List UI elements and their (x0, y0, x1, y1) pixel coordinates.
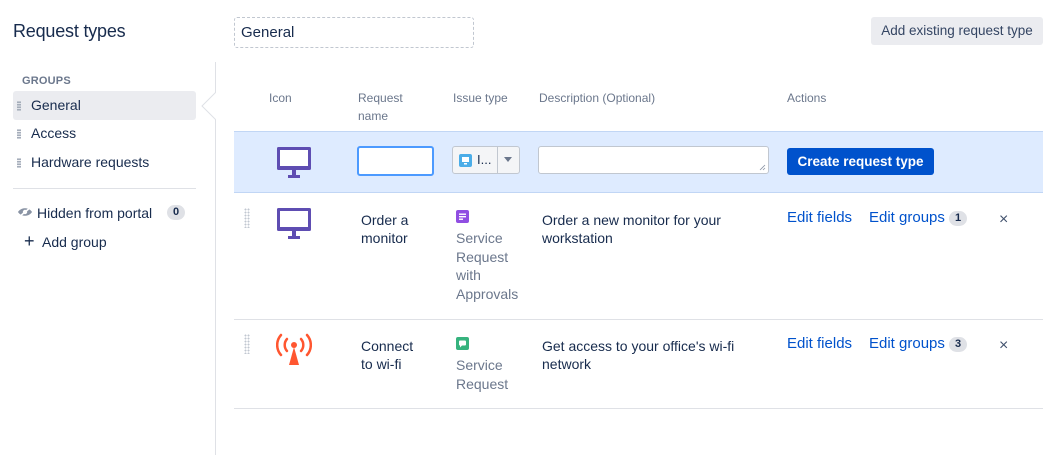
drag-handle-icon[interactable] (244, 208, 250, 228)
drag-handle-icon[interactable] (17, 158, 21, 168)
sidebar-item-hardware-requests[interactable]: Hardware requests (13, 148, 196, 177)
chevron-down-icon (504, 157, 512, 162)
description-line2: network (542, 356, 592, 372)
approval-icon (456, 210, 469, 223)
request-name-line1: Connect (361, 338, 414, 354)
sidebar-item-label: General (31, 97, 81, 113)
table-row: Connect to wi-fi Service Request Get acc… (234, 320, 1043, 409)
issue-type-value: I... (477, 152, 492, 167)
description-line1: Order a new monitor for your (542, 212, 721, 228)
add-existing-request-type-button[interactable]: Add existing request type (871, 17, 1043, 45)
request-name-input[interactable] (357, 146, 434, 176)
hidden-count-badge: 0 (167, 205, 185, 220)
monitor-icon[interactable] (276, 207, 312, 240)
request-name-line1: Order a (361, 212, 409, 228)
column-header-optional-label: (Optional) (602, 91, 656, 105)
request-description: Get access to your office's wi-fi networ… (542, 337, 757, 373)
create-request-type-button[interactable]: Create request type (787, 148, 934, 175)
groups-count-badge: 3 (949, 337, 967, 352)
edit-groups-link[interactable]: Edit groups (869, 209, 945, 227)
column-header-request-name: Request name (358, 89, 403, 125)
request-description: Order a new monitor for your workstation (542, 211, 757, 247)
edit-groups-link[interactable]: Edit groups (869, 335, 945, 353)
issue-type-line: Service (456, 230, 503, 246)
add-group-label: Add group (42, 234, 107, 250)
sidebar-item-general[interactable]: General (13, 91, 196, 120)
issue-type-line: Approvals (456, 285, 519, 302)
groups-sidebar: GROUPS General Access Hardware requests … (0, 62, 216, 455)
service-request-icon (456, 337, 469, 350)
groups-heading: GROUPS (22, 75, 71, 87)
remove-request-type-icon[interactable]: × (999, 338, 1008, 354)
request-name: Connect to wi-fi (361, 337, 441, 373)
issue-type-line: with (456, 267, 481, 283)
select-divider (497, 147, 498, 173)
new-request-type-row: I... Create request type (234, 131, 1043, 193)
monitor-icon[interactable] (276, 146, 312, 179)
service-request-issue-icon (459, 154, 472, 167)
table-row: Order a monitor Service Request with App… (234, 193, 1043, 320)
page-title: Request types (13, 21, 126, 41)
column-header-request-name-line1: Request (358, 91, 403, 105)
sidebar-divider (13, 188, 196, 189)
column-header-actions: Actions (787, 91, 827, 105)
issue-type: Service Request (456, 337, 531, 393)
issue-type-line: Request (456, 248, 509, 265)
request-name-line2: monitor (361, 230, 408, 246)
description-line1: Get access to your office's wi-fi (542, 338, 735, 354)
group-name-field[interactable]: General (234, 17, 474, 48)
wifi-antenna-icon[interactable] (276, 332, 312, 366)
eye-hidden-icon (18, 206, 32, 218)
drag-handle-icon[interactable] (17, 101, 21, 111)
column-header-description: Description (Optional) (539, 89, 655, 107)
request-name-line2: to wi-fi (361, 356, 402, 372)
issue-type-select[interactable]: I... (452, 146, 520, 174)
column-header-icon: Icon (269, 91, 292, 105)
edit-fields-link[interactable]: Edit fields (787, 335, 852, 353)
groups-count-badge: 1 (949, 211, 967, 226)
sidebar-item-label: Hardware requests (31, 154, 150, 170)
column-header-description-label: Description (539, 91, 600, 105)
description-input[interactable] (538, 146, 769, 174)
issue-type-line: Request (456, 375, 509, 392)
plus-icon: + (24, 231, 35, 251)
issue-type: Service Request with Approvals (456, 210, 531, 303)
column-header-issue-type: Issue type (453, 91, 508, 105)
sidebar-item-access[interactable]: Access (13, 119, 196, 148)
hidden-from-portal-label: Hidden from portal (37, 205, 153, 221)
description-line2: workstation (542, 230, 613, 246)
request-name: Order a monitor (361, 211, 441, 247)
drag-handle-icon[interactable] (244, 334, 250, 354)
add-group-button[interactable]: + Add group (24, 232, 107, 252)
sidebar-item-label: Access (31, 125, 77, 141)
resize-handle-icon[interactable] (759, 164, 766, 171)
selected-pointer-icon (201, 92, 216, 120)
issue-type-line: Service (456, 357, 503, 373)
remove-request-type-icon[interactable]: × (999, 212, 1008, 228)
edit-fields-link[interactable]: Edit fields (787, 209, 852, 227)
drag-handle-icon[interactable] (17, 129, 21, 139)
column-header-request-name-line2: name (358, 109, 389, 123)
hidden-from-portal-item[interactable]: Hidden from portal 0 (17, 203, 192, 223)
